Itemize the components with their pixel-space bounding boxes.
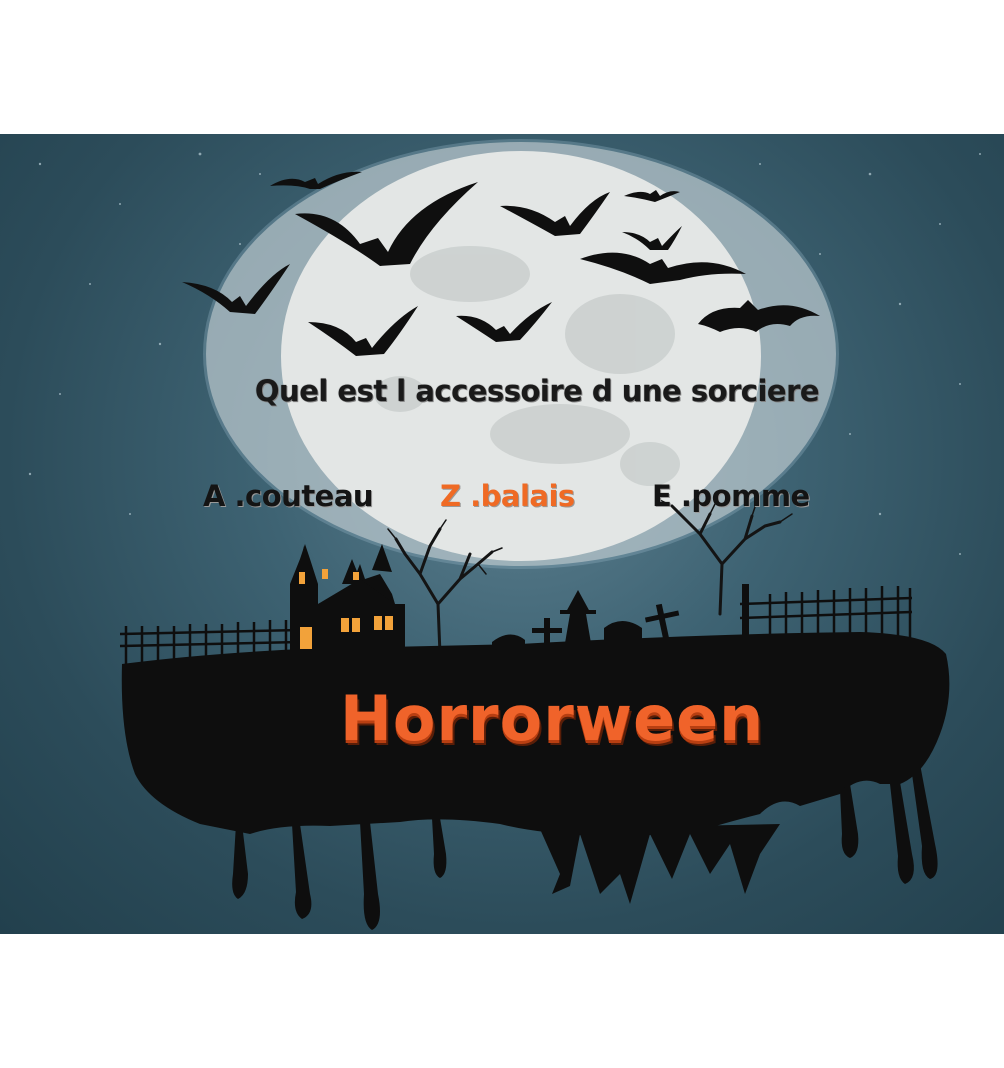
witch-silhouette (560, 590, 596, 649)
game-title: Horrorween (340, 682, 765, 755)
answer-option-z[interactable]: Z .balais (440, 479, 575, 513)
question-text: Quel est l accessoire d une sorciere (254, 374, 820, 408)
answer-option-e[interactable]: E .pomme (652, 479, 810, 513)
game-scene: Quel est l accessoire d une sorciere A .… (0, 134, 1004, 934)
halloween-background (28, 139, 981, 930)
answer-option-a[interactable]: A .couteau (203, 479, 374, 513)
